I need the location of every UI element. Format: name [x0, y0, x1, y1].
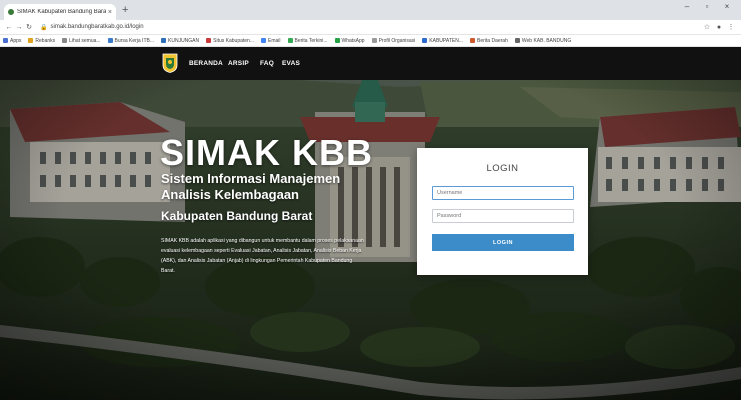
bookmark-label: Berita Daerah [477, 37, 508, 44]
bookmark-label: Web KAB. BANDUNG [521, 37, 572, 44]
bookmark-label: KABUPATEN... [429, 37, 463, 44]
bookmark-item[interactable]: KABUPATEN... [422, 38, 463, 44]
bookmark-label: Email [268, 37, 281, 44]
bookmark-item[interactable]: Situs Kabupaten... [206, 38, 254, 44]
browser-tab[interactable]: SIMAK Kabupaten Bandung Barat × [4, 4, 116, 20]
hero-description: SIMAK KBB adalah aplikasi yang dibangun … [161, 238, 364, 274]
hero-title: SIMAK KBB [160, 132, 373, 173]
bookmark-item[interactable]: Web KAB. BANDUNG [514, 37, 572, 44]
nav-link-evas[interactable]: EVAS [282, 60, 300, 67]
bookmark-favicon-icon [371, 38, 377, 43]
menu-icon[interactable]: ⋮ [725, 23, 737, 31]
bookmark-item[interactable]: WhatsApp [334, 37, 365, 44]
nav-link-arsip[interactable]: ARSIP [228, 60, 249, 67]
bookmark-star-icon[interactable]: ☆ [701, 23, 713, 31]
bookmark-favicon-icon [3, 38, 8, 43]
url-field[interactable]: simak.bandungbaratkab.go.id/login [50, 24, 701, 30]
bookmarks-bar: Apps Rebanks Lihat semua... Bursa Kerja ITB… [0, 35, 741, 47]
login-button[interactable]: LOGIN [432, 234, 574, 251]
bookmark-item[interactable]: Apps [3, 38, 21, 44]
bookmark-favicon-icon [287, 38, 293, 43]
maximize-button[interactable]: ▫ [697, 2, 717, 11]
bookmark-favicon-icon [261, 38, 267, 43]
new-tab-button[interactable]: + [122, 5, 128, 16]
hero-background [0, 47, 741, 400]
bookmark-favicon-icon [206, 38, 212, 43]
bookmark-label: Berita Terkini... [294, 37, 328, 44]
close-window-button[interactable]: × [717, 2, 737, 11]
forward-icon[interactable]: → [14, 24, 24, 31]
hero-subtitle: Sistem Informasi Manajemen Analisis Kele… [161, 171, 341, 202]
bookmark-label: Profil Organisasi [378, 37, 416, 44]
bookmark-label: Bursa Kerja ITB... [114, 37, 155, 44]
bookmark-favicon-icon [514, 38, 520, 43]
lock-icon[interactable]: 🔒 [40, 24, 47, 31]
bookmark-favicon-icon [470, 38, 475, 43]
login-panel: LOGIN LOGIN [417, 148, 588, 275]
bookmark-label: Apps [10, 37, 22, 44]
hero-region: Kabupaten Bandung Barat [161, 209, 313, 223]
bookmark-label: Rebanks [35, 37, 56, 44]
nav-link-beranda[interactable]: BERANDA [189, 60, 223, 67]
bookmark-favicon-icon [422, 38, 428, 43]
bookmark-item[interactable]: Berita Daerah [470, 38, 508, 44]
window-controls: – ▫ × [677, 2, 737, 11]
bookmark-item[interactable]: Rebanks [28, 38, 55, 44]
bookmark-label: WhatsApp [341, 37, 365, 44]
site-navbar [0, 47, 741, 80]
minimize-button[interactable]: – [677, 2, 697, 11]
bookmark-favicon-icon [334, 38, 340, 43]
favicon-icon [8, 9, 14, 15]
kbb-logo-icon[interactable] [162, 53, 178, 73]
bookmark-label: Lihat semua... [69, 37, 101, 44]
tab-close-icon[interactable]: × [108, 9, 112, 16]
nav-link-faq[interactable]: FAQ [260, 60, 274, 67]
username-input[interactable] [432, 186, 574, 200]
bookmark-favicon-icon [161, 38, 167, 43]
bookmark-favicon-icon [62, 38, 68, 43]
tab-title: SIMAK Kabupaten Bandung Barat [17, 9, 106, 15]
browser-tab-bar: SIMAK Kabupaten Bandung Barat × + – ▫ × [0, 0, 741, 20]
bookmark-favicon-icon [107, 38, 113, 43]
bookmark-item[interactable]: Lihat semua... [62, 37, 101, 44]
address-bar: ← → ↻ 🔒 simak.bandungbaratkab.go.id/logi… [0, 20, 741, 35]
profile-icon[interactable]: ● [713, 24, 725, 31]
bookmark-label: Situs Kabupaten... [213, 37, 255, 44]
bookmark-favicon-icon [28, 38, 34, 43]
reload-icon[interactable]: ↻ [24, 23, 34, 31]
bookmark-item[interactable]: Berita Terkini... [287, 37, 328, 44]
bookmark-label: KUNJUNGAN [168, 37, 200, 44]
password-input[interactable] [432, 209, 574, 223]
bookmark-item[interactable]: KUNJUNGAN [161, 38, 199, 44]
bookmark-item[interactable]: Bursa Kerja ITB... [107, 37, 155, 44]
login-title: LOGIN [486, 163, 519, 174]
campus-aerial-photo [0, 47, 741, 400]
back-icon[interactable]: ← [4, 24, 14, 31]
bookmark-item[interactable]: Profil Organisasi [371, 37, 416, 44]
bookmark-item[interactable]: Email [261, 38, 281, 44]
